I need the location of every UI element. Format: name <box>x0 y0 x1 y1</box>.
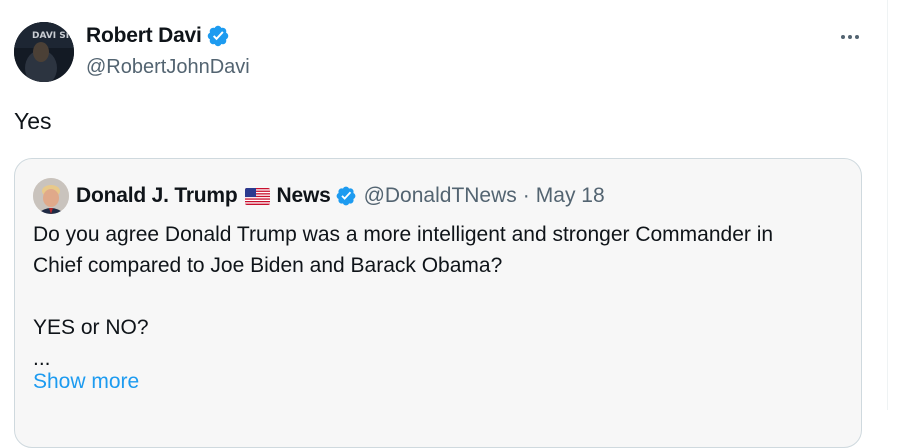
quoted-tweet-text: Do you agree Donald Trump was a more int… <box>33 223 774 370</box>
meta-separator: · <box>522 184 530 207</box>
quoted-timestamp[interactable]: May 18 <box>536 182 605 210</box>
avatar-lettering: DAVI SINATRA <box>32 31 74 41</box>
author-avatar[interactable]: DAVI SINATRA <box>14 22 74 82</box>
quoted-author-name-suffix[interactable]: News <box>277 182 331 210</box>
tweet-text: Yes <box>14 108 52 134</box>
author-handle[interactable]: @RobertJohnDavi <box>86 53 250 81</box>
show-more-link[interactable]: Show more <box>33 368 139 396</box>
quoted-verified-badge-icon <box>336 186 355 206</box>
verified-badge-icon <box>207 25 228 47</box>
us-flag-icon <box>244 187 270 205</box>
quoted-author-avatar[interactable] <box>33 178 69 214</box>
more-options-icon[interactable] <box>833 24 867 50</box>
quoted-author-handle[interactable]: @DonaldTNews <box>364 182 517 210</box>
author-display-name[interactable]: Robert Davi <box>86 22 202 50</box>
column-divider <box>887 0 888 410</box>
quoted-tweet-card[interactable]: Donald J. Trump News @DonaldTNews · May … <box>14 158 862 448</box>
quoted-author-name[interactable]: Donald J. Trump <box>76 182 238 210</box>
